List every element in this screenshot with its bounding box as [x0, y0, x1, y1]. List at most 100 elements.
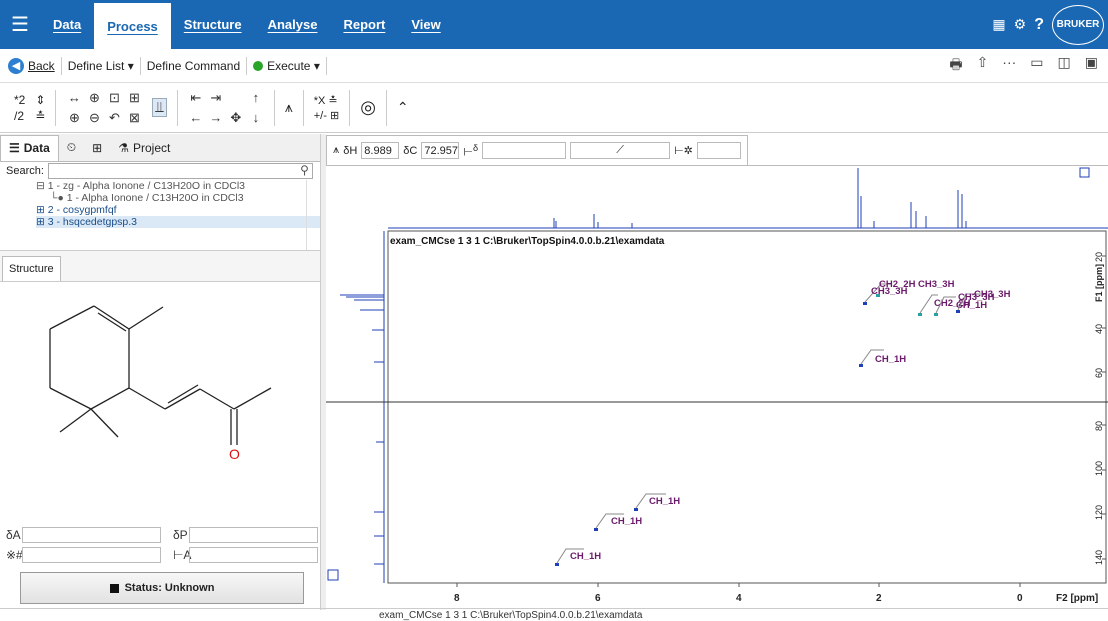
multiplet-field[interactable]	[696, 142, 741, 159]
scale-stepper-icon[interactable]: ⇕	[35, 93, 45, 107]
delta-p-field[interactable]	[188, 527, 318, 543]
define-list-button[interactable]: Define List ▾	[68, 59, 134, 73]
peak[interactable]: CH_1H	[634, 493, 680, 511]
bruker-logo-text: BRUKER	[1056, 19, 1100, 30]
expand-horizontal-icon[interactable]: ↔	[68, 90, 81, 105]
zoom-out-icon[interactable]: ⊖	[89, 110, 100, 126]
print-icon[interactable]: 🖶	[949, 54, 962, 78]
atom-number-field[interactable]	[22, 547, 161, 563]
peak[interactable]: CH_1H	[859, 349, 906, 367]
target-icon[interactable]: ◎	[360, 97, 376, 118]
y-tick-label: 80	[1094, 421, 1104, 431]
shift-right-icon[interactable]: →	[209, 110, 222, 125]
toolbar-divider	[55, 89, 57, 126]
multiply-button[interactable]: *X ≛	[314, 94, 339, 107]
shift-left-end-icon[interactable]: ⇤	[190, 90, 201, 106]
scale-reset-icon[interactable]: ≛	[35, 109, 45, 123]
scale-down-button[interactable]: /2	[14, 109, 25, 123]
hsqc-plot[interactable]: exam_CMCse 1 3 1 C:\Bruker\TopSpin4.0.0.…	[326, 166, 1108, 610]
delta-c-field[interactable]: 72.957	[421, 142, 460, 159]
menu-analyse[interactable]: Analyse	[255, 0, 331, 49]
move-icon[interactable]: ✥	[230, 110, 241, 126]
spectrum-tab[interactable]: ⩚ δH 8.989 δC 72.957 ⊢δ ⟋ ⊢✲	[326, 135, 748, 165]
tab-project[interactable]: ⚗ Project	[110, 135, 178, 161]
shift-up-icon[interactable]: ↑	[253, 90, 260, 105]
shift-down-icon[interactable]: ↓	[253, 110, 260, 125]
tree-item[interactable]: ⊟ 1 - zg - Alpha Ionone / C13H20O in CDC…	[36, 180, 320, 192]
search-icon[interactable]: ⚲	[300, 163, 309, 177]
x-axis-label: F2 [ppm]	[1056, 593, 1098, 604]
top-corner-box[interactable]	[1079, 167, 1090, 178]
status-button[interactable]: Status: Unknown	[20, 572, 304, 604]
define-command-button[interactable]: Define Command	[147, 59, 240, 73]
menu-structure[interactable]: Structure	[171, 0, 255, 49]
overview-icon[interactable]: ⫫	[152, 98, 167, 117]
tree-scrollbar[interactable]	[306, 180, 316, 250]
more-icon[interactable]: ···	[1002, 54, 1016, 78]
search-label: Search:	[6, 165, 44, 177]
status-icon	[109, 583, 119, 593]
tab-grid[interactable]: ⊞	[84, 135, 110, 161]
x-tick-label: 8	[454, 593, 460, 604]
tab-data[interactable]: ☰ Data	[0, 134, 59, 161]
shift-left-icon[interactable]: ←	[189, 110, 202, 125]
multiply-group: *X ≛ +/- ⊞	[314, 94, 339, 122]
delta-superscript: δ	[472, 142, 479, 153]
delta-a-symbol: δA	[6, 528, 21, 542]
peak[interactable]	[876, 294, 880, 297]
assign-tool-field[interactable]: ⟋	[570, 142, 671, 159]
panel-icon[interactable]: ▣	[1085, 54, 1098, 78]
peak[interactable]: CH3_3H CH2_2H	[863, 279, 916, 305]
export-icon[interactable]: ⇧	[977, 54, 989, 78]
help-icon[interactable]: ?	[1034, 16, 1044, 34]
tab-history[interactable]: ⏲	[59, 135, 84, 161]
menu-process[interactable]: Process	[94, 0, 171, 49]
scale-up-button[interactable]: *2	[14, 93, 25, 107]
zoom-region-icon[interactable]: ⊞	[129, 90, 140, 106]
atom-number-symbol: ※#	[6, 548, 23, 562]
status-label: Status: Unknown	[124, 582, 215, 594]
correlation-field[interactable]	[482, 142, 567, 159]
toolbar-divider	[139, 56, 141, 75]
tree-item[interactable]: └● 1 - Alpha Ionone / C13H20O in CDCl3	[36, 192, 320, 204]
gear-icon[interactable]: ⚙	[1014, 16, 1027, 33]
y-tick-label: 20	[1094, 252, 1104, 262]
layout-icon[interactable]: ▦	[992, 16, 1005, 33]
spectrum-panel: ⩚ δH 8.989 δC 72.957 ⊢δ ⟋ ⊢✲ exam_CMCse …	[326, 134, 1108, 610]
peak-label: CH_1H	[570, 551, 601, 562]
hamburger-menu-icon[interactable]: ☰	[0, 0, 40, 49]
execute-button[interactable]: Execute ▾	[253, 59, 320, 73]
shift-group: ⇤ ⇥ ↑ ← → ✥ ↓	[188, 89, 264, 127]
fit-icon[interactable]: ⊡	[109, 90, 120, 106]
peak-pick-icon[interactable]: ⩚	[285, 99, 293, 116]
toolbar-divider	[246, 56, 248, 75]
split-view-icon[interactable]: ◫	[1058, 54, 1071, 78]
shift-right-end-icon[interactable]: ⇥	[210, 90, 221, 106]
tab-structure[interactable]: Structure	[2, 256, 61, 281]
undo-zoom-icon[interactable]: ↶	[109, 110, 120, 126]
plus-minus-button[interactable]: +/- ⊞	[314, 109, 339, 122]
delta-h-field[interactable]: 8.989	[361, 142, 400, 159]
multiplicity-field[interactable]	[188, 547, 318, 563]
spectrum-tab-bar: ⩚ δH 8.989 δC 72.957 ⊢δ ⟋ ⊢✲	[326, 134, 1108, 166]
tree-item[interactable]: ⊞ 2 - cosygpmfqf	[36, 204, 320, 216]
collapse-toolbar-icon[interactable]: ⌃	[397, 99, 409, 116]
bottom-corner-box[interactable]	[327, 569, 339, 581]
search-input[interactable]: ⚲	[47, 163, 313, 179]
menu-data[interactable]: Data	[40, 0, 94, 49]
full-view-icon[interactable]: ⊠	[129, 110, 140, 126]
left-panel-tabs: ☰ Data ⏲ ⊞ ⚗ Project	[0, 134, 320, 162]
menu-report[interactable]: Report	[330, 0, 398, 49]
window-icon[interactable]: ▭	[1030, 54, 1043, 78]
back-button[interactable]: ◀ Back	[8, 57, 55, 74]
menu-bar: ☰ Data Process Structure Analyse Report …	[0, 0, 1108, 49]
menu-view[interactable]: View	[398, 0, 453, 49]
peak-label: CH_1H	[875, 354, 906, 365]
peak[interactable]: CH_1H	[555, 548, 601, 566]
zoom-in-icon[interactable]: ⊕	[89, 90, 100, 106]
zoom-in-2-icon[interactable]: ⊕	[69, 110, 80, 126]
tree-item-selected[interactable]: ⊞ 3 - hsqcedetgpsp.3	[36, 216, 320, 228]
delta-a-field[interactable]	[22, 527, 161, 543]
peak[interactable]: CH_1H	[594, 513, 642, 531]
toolbar-divider	[385, 89, 387, 126]
